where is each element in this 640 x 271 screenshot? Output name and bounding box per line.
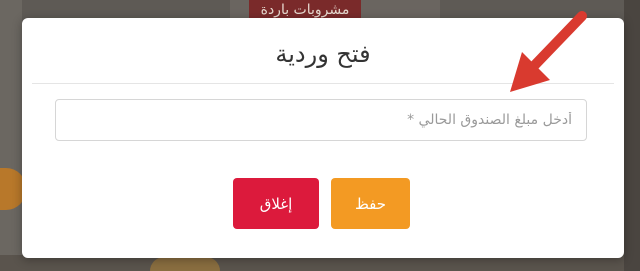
category-tag: مشروبات باردة <box>249 0 361 20</box>
close-button[interactable]: إغلاق <box>233 178 319 229</box>
product-image <box>150 257 220 271</box>
red-pointer-arrow-icon <box>510 11 587 92</box>
background-panel <box>624 0 640 271</box>
save-button[interactable]: حفظ <box>331 178 410 229</box>
background-panel <box>0 0 22 271</box>
